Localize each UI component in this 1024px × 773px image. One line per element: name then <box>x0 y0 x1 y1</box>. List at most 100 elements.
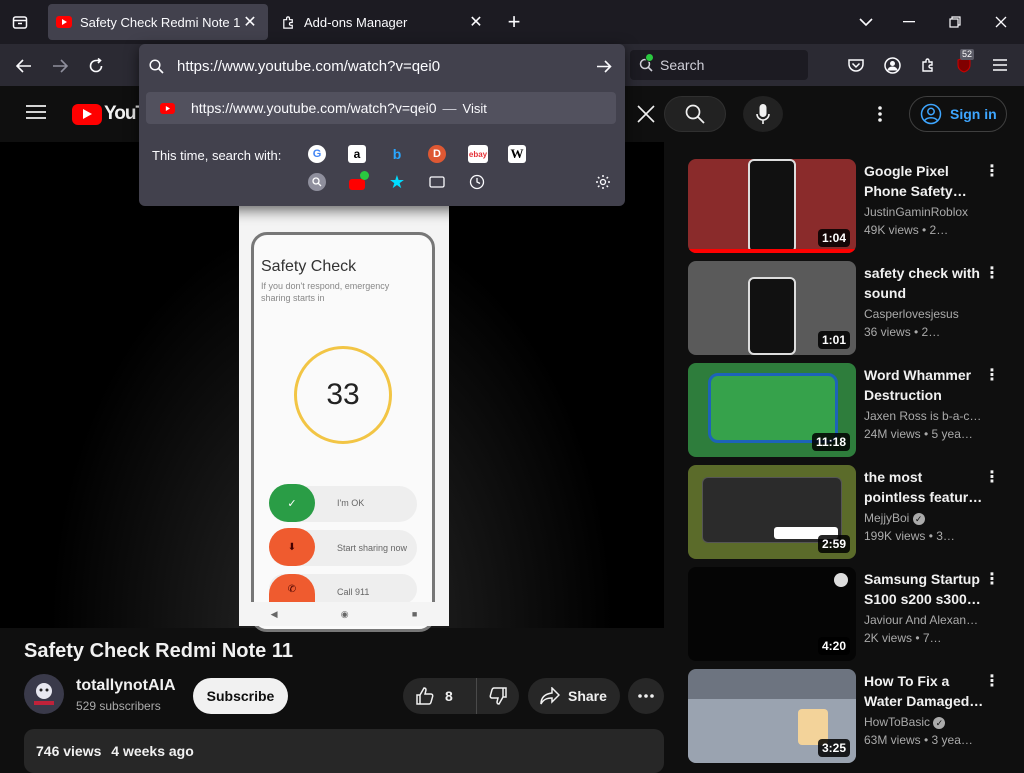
tabs-icon[interactable] <box>428 173 446 191</box>
thumb-logo-graphic <box>834 573 848 587</box>
more-vertical-icon[interactable]: ⋮ <box>984 671 1000 691</box>
search-addon-icon[interactable] <box>308 173 326 191</box>
video-thumbnail[interactable]: 1:04 <box>688 159 856 253</box>
bing-icon[interactable]: b <box>388 145 406 163</box>
extensions-puzzle-icon[interactable] <box>914 51 942 79</box>
ublock-badge: 52 <box>960 49 975 60</box>
more-horizontal-icon <box>638 694 654 698</box>
list-all-tabs-icon[interactable] <box>852 8 880 36</box>
phone-share-label: Start sharing now <box>337 543 408 553</box>
video-thumbnail[interactable]: 2:59 <box>688 465 856 559</box>
thumbs-down-icon <box>488 686 508 706</box>
tab-overview-icon[interactable] <box>6 8 34 36</box>
recommended-video[interactable]: 1:04 Google Pixel Phone Safety… JustinGa… <box>688 159 1008 253</box>
video-duration: 3:25 <box>817 739 850 757</box>
more-vertical-icon[interactable]: ⋮ <box>984 569 1000 589</box>
tab-youtube[interactable]: Safety Check Redmi Note 11 - Y ✕ <box>48 4 268 40</box>
share-arrow-icon <box>540 687 560 705</box>
search-settings-gear-icon[interactable] <box>594 173 612 191</box>
recommended-title[interactable]: Google Pixel Phone Safety… <box>864 161 984 201</box>
channel-avatar[interactable] <box>24 674 64 714</box>
youtube-search-button[interactable] <box>664 96 726 132</box>
like-count: 8 <box>445 688 453 704</box>
sign-in-button[interactable]: Sign in <box>909 96 1007 132</box>
restore-icon[interactable] <box>941 8 969 36</box>
more-vertical-icon[interactable]: ⋮ <box>984 365 1000 385</box>
video-thumbnail[interactable]: 3:25 <box>688 669 856 763</box>
pocket-icon[interactable] <box>842 51 870 79</box>
recommended-channel[interactable]: Casperlovesjesus <box>864 307 984 321</box>
url-input[interactable] <box>177 57 577 75</box>
recommended-channel[interactable]: Javiour And Alexan… <box>864 613 984 627</box>
more-vertical-icon[interactable]: ⋮ <box>984 263 1000 283</box>
recommended-video[interactable]: 1:01 safety check with sound Casperloves… <box>688 261 1008 355</box>
recommended-meta: 49K views • 2… <box>864 223 949 237</box>
tab-label: Add-ons Manager <box>304 14 408 30</box>
more-vertical-icon[interactable]: ⋮ <box>984 161 1000 181</box>
new-tab-icon[interactable]: + <box>500 8 528 36</box>
amazon-icon[interactable]: a <box>348 145 366 163</box>
recommended-channel[interactable]: HowToBasic ✓ <box>864 715 984 729</box>
hamburger-menu-icon[interactable] <box>986 51 1014 79</box>
reload-icon[interactable] <box>82 52 110 80</box>
recommended-title[interactable]: Word Whammer Destruction <box>864 365 984 405</box>
clear-search-icon[interactable] <box>625 96 667 132</box>
back-icon[interactable] <box>10 52 38 80</box>
bookmarks-star-icon[interactable]: ★ <box>388 172 406 192</box>
wikipedia-icon[interactable]: W <box>508 145 526 163</box>
url-suggestion-row[interactable]: https://www.youtube.com/watch?v=qei0 — V… <box>146 92 616 124</box>
recommended-channel-name: JustinGaminRoblox <box>864 205 969 219</box>
recommended-video[interactable]: 3:25 How To Fix a Water Damaged… HowToBa… <box>688 669 1008 763</box>
close-window-icon[interactable] <box>987 8 1015 36</box>
youtube-addon-icon[interactable] <box>348 171 369 191</box>
guide-menu-icon[interactable] <box>26 104 46 120</box>
more-actions-button[interactable] <box>628 678 664 714</box>
account-icon[interactable] <box>878 51 906 79</box>
voice-search-button[interactable] <box>743 96 783 132</box>
video-thumbnail[interactable]: 4:20 <box>688 567 856 661</box>
share-location-icon: ⬇ <box>269 528 315 566</box>
recommended-title[interactable]: How To Fix a Water Damaged… <box>864 671 984 711</box>
recommended-channel[interactable]: JustinGaminRoblox <box>864 205 984 219</box>
google-icon[interactable]: G <box>308 145 326 163</box>
recommended-meta: 2K views • 7… <box>864 631 942 645</box>
close-tab-icon[interactable]: ✕ <box>466 12 486 32</box>
recommended-video[interactable]: 2:59 the most pointless featur… MejjyBoi… <box>688 465 1008 559</box>
close-tab-icon[interactable]: ✕ <box>240 12 260 32</box>
recommended-video[interactable]: 11:18 Word Whammer Destruction Jaxen Ros… <box>688 363 1008 457</box>
share-button[interactable]: Share <box>528 678 620 714</box>
youtube-favicon-icon <box>160 102 175 114</box>
recommended-title[interactable]: Samsung Startup S100 s200 s300… <box>864 569 984 609</box>
go-arrow-icon[interactable] <box>595 57 613 75</box>
dislike-button[interactable] <box>477 678 519 714</box>
video-frame-phone: Safety Check If you don't respond, emerg… <box>239 198 449 632</box>
phone-call-label: Call 911 <box>337 587 370 597</box>
description-box[interactable]: 746 views 4 weeks ago <box>24 729 664 773</box>
recommended-channel[interactable]: Jaxen Ross is b-a-c… <box>864 409 984 423</box>
video-thumbnail[interactable]: 1:01 <box>688 261 856 355</box>
thumb-phone-graphic <box>748 159 796 253</box>
duckduckgo-icon[interactable]: D <box>428 145 446 163</box>
more-vertical-icon[interactable]: ⋮ <box>984 467 1000 487</box>
search-input[interactable]: Search <box>630 50 808 80</box>
recommended-channel[interactable]: MejjyBoi ✓ <box>864 511 984 525</box>
settings-more-icon[interactable] <box>872 102 888 126</box>
tab-label: Safety Check Redmi Note 11 - Y <box>80 14 240 30</box>
history-icon[interactable] <box>468 173 486 191</box>
recommended-title[interactable]: safety check with sound <box>864 263 984 303</box>
subscribe-button[interactable]: Subscribe <box>193 678 288 714</box>
recommended-video[interactable]: 4:20 Samsung Startup S100 s200 s300… Jav… <box>688 567 1008 661</box>
thumb-phone-graphic <box>748 277 796 355</box>
forward-icon[interactable] <box>46 52 74 80</box>
channel-name[interactable]: totallynotAIA <box>76 677 176 695</box>
url-bar[interactable] <box>147 50 617 82</box>
tab-addons-manager[interactable]: Add-ons Manager ✕ <box>272 4 494 40</box>
search-engine-icon <box>638 53 654 73</box>
recommended-title[interactable]: the most pointless featur… <box>864 467 984 507</box>
ebay-icon[interactable]: ebay <box>468 145 488 163</box>
like-button[interactable]: 8 <box>403 678 477 714</box>
minimize-icon[interactable] <box>895 8 923 36</box>
ublock-icon[interactable]: 52 <box>950 49 978 79</box>
video-thumbnail[interactable]: 11:18 <box>688 363 856 457</box>
microphone-icon <box>756 104 770 124</box>
